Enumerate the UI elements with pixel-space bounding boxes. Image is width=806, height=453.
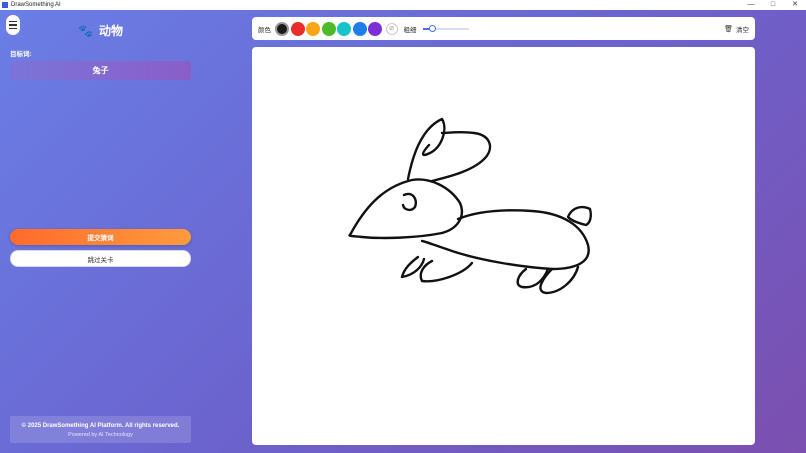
category-header: 🐾 动物 <box>78 22 123 39</box>
drawing-toolbar: 颜色 ⊘ 粗细 🗑 清空 <box>252 17 755 40</box>
sketch-ear-back <box>406 117 446 181</box>
brush-size-slider[interactable] <box>422 24 469 34</box>
window-titlebar: DrawSomething AI — □ ✕ <box>0 0 806 10</box>
skip-level-button[interactable]: 跳过关卡 <box>10 250 191 267</box>
color-swatch-4[interactable] <box>321 21 336 36</box>
color-label: 颜色 <box>258 26 271 34</box>
drawing-canvas[interactable] <box>252 47 755 445</box>
sketch-front-leg-2 <box>419 259 474 283</box>
color-palette <box>275 21 384 36</box>
target-label: 目标词: <box>10 51 32 58</box>
app-icon <box>2 2 8 8</box>
sketch-ear-front <box>430 130 492 183</box>
close-button[interactable]: ✕ <box>784 0 806 10</box>
size-label: 粗细 <box>403 26 417 34</box>
color-swatch-5[interactable] <box>337 21 351 36</box>
window-title: DrawSomething AI <box>11 2 61 8</box>
submit-guess-button[interactable]: 提交猜词 <box>10 229 191 245</box>
clear-label: 清空 <box>736 26 749 34</box>
slider-thumb[interactable] <box>428 24 436 32</box>
color-swatch-1[interactable] <box>275 21 289 36</box>
color-swatch-2[interactable] <box>290 21 305 36</box>
color-swatch-7[interactable] <box>368 21 382 36</box>
rabbit-sketch <box>348 117 592 295</box>
color-swatch-3[interactable] <box>306 21 320 36</box>
eraser-icon[interactable]: ⊘ <box>385 22 398 35</box>
category-title: 动物 <box>98 24 123 38</box>
trash-icon: 🗑 <box>724 25 733 33</box>
menu-button[interactable] <box>6 15 20 35</box>
sketch-eye <box>401 192 418 212</box>
footer-powered-by: Powered by AI Technology <box>68 432 133 438</box>
sketch-body <box>420 209 590 271</box>
footer-copyright: © 2025 DrawSomething AI Platform. All ri… <box>21 423 180 429</box>
clear-button[interactable]: 🗑 清空 <box>724 22 749 35</box>
target-word: 兔子 <box>10 61 191 80</box>
minimize-button[interactable]: — <box>740 0 762 10</box>
maximize-button[interactable]: □ <box>762 0 784 10</box>
color-swatch-6[interactable] <box>352 21 367 36</box>
paw-icon: 🐾 <box>78 23 93 38</box>
footer: © 2025 DrawSomething AI Platform. All ri… <box>10 416 191 443</box>
hamburger-icon <box>9 20 17 23</box>
